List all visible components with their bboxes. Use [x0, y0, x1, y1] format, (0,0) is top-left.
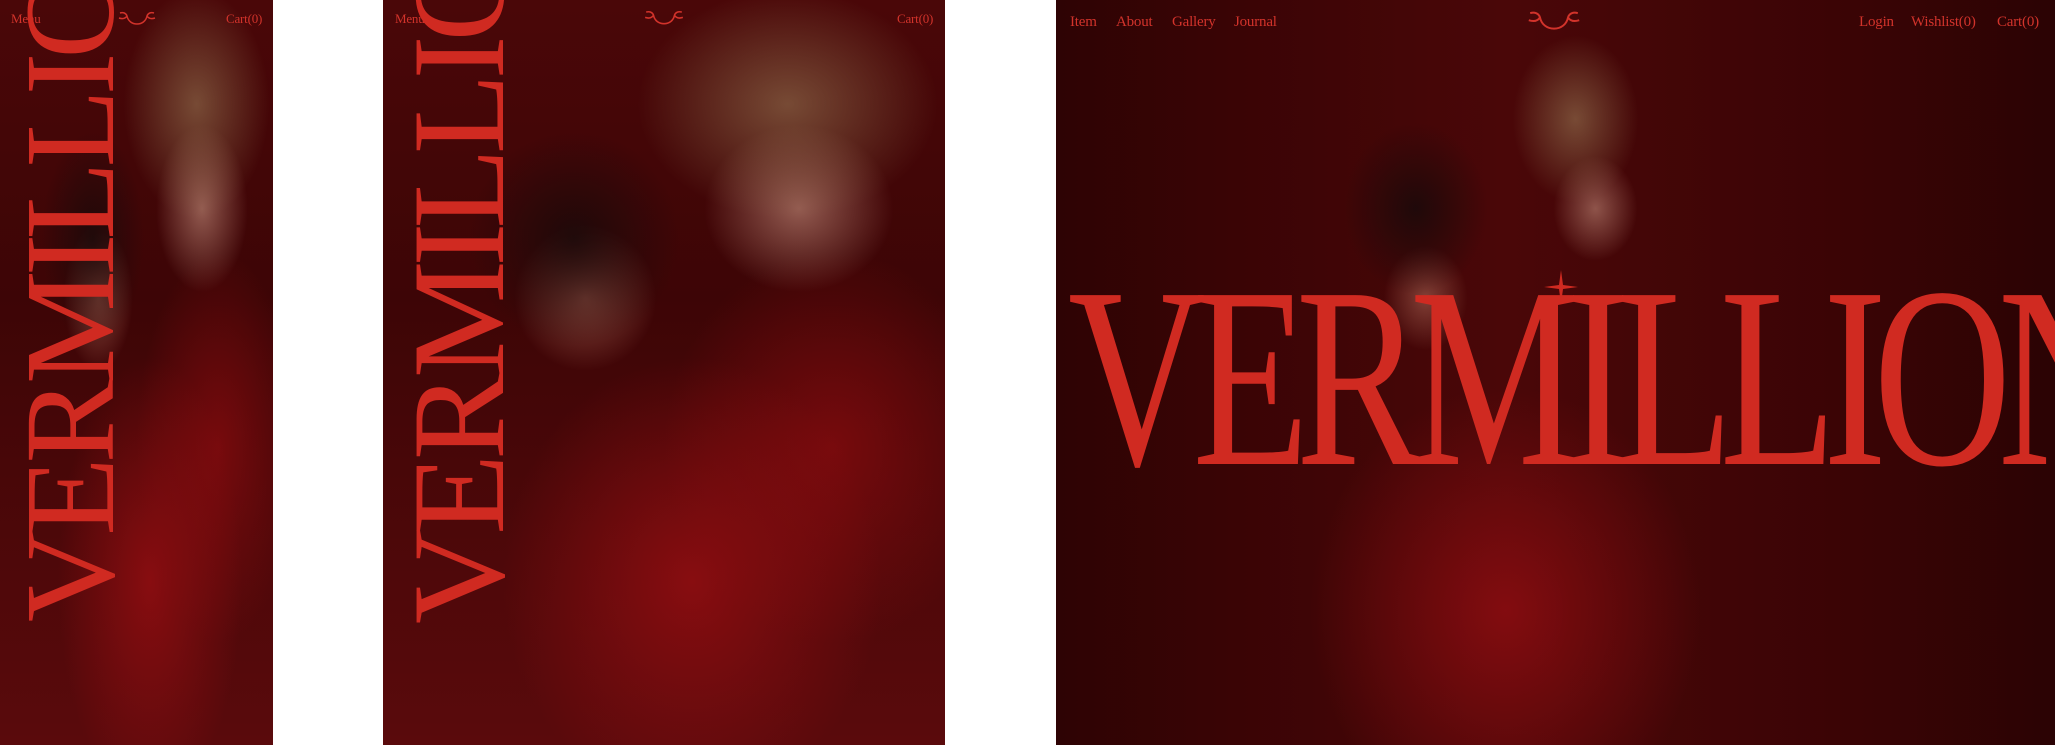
horns-logo-icon[interactable]: [1524, 9, 1584, 37]
nav-item-gallery[interactable]: Gallery: [1172, 14, 1216, 31]
tablet-view: Menu Cart(0) VERMILLION: [383, 0, 945, 745]
nav-item-journal[interactable]: Journal: [1234, 14, 1277, 31]
cart-button[interactable]: Cart(0): [897, 11, 933, 27]
cart-button[interactable]: Cart(0): [1997, 14, 2039, 31]
wishlist-link[interactable]: Wishlist(0): [1911, 14, 1976, 31]
brand-wordmark: VERMILLION: [0, 0, 141, 622]
sparkle-icon: [1544, 270, 1578, 304]
login-link[interactable]: Login: [1859, 14, 1894, 31]
cart-button[interactable]: Cart(0): [226, 11, 262, 27]
mobile-view: Menu Cart(0) VERMILLION: [0, 0, 273, 745]
horns-logo-icon[interactable]: [642, 9, 686, 30]
nav-item-about[interactable]: About: [1116, 14, 1153, 31]
brand-wordmark: VERMILLION: [385, 0, 532, 624]
desktop-view: Item About Gallery Journal Login Wishlis…: [1056, 0, 2055, 745]
nav-item-item[interactable]: Item: [1070, 14, 1097, 31]
